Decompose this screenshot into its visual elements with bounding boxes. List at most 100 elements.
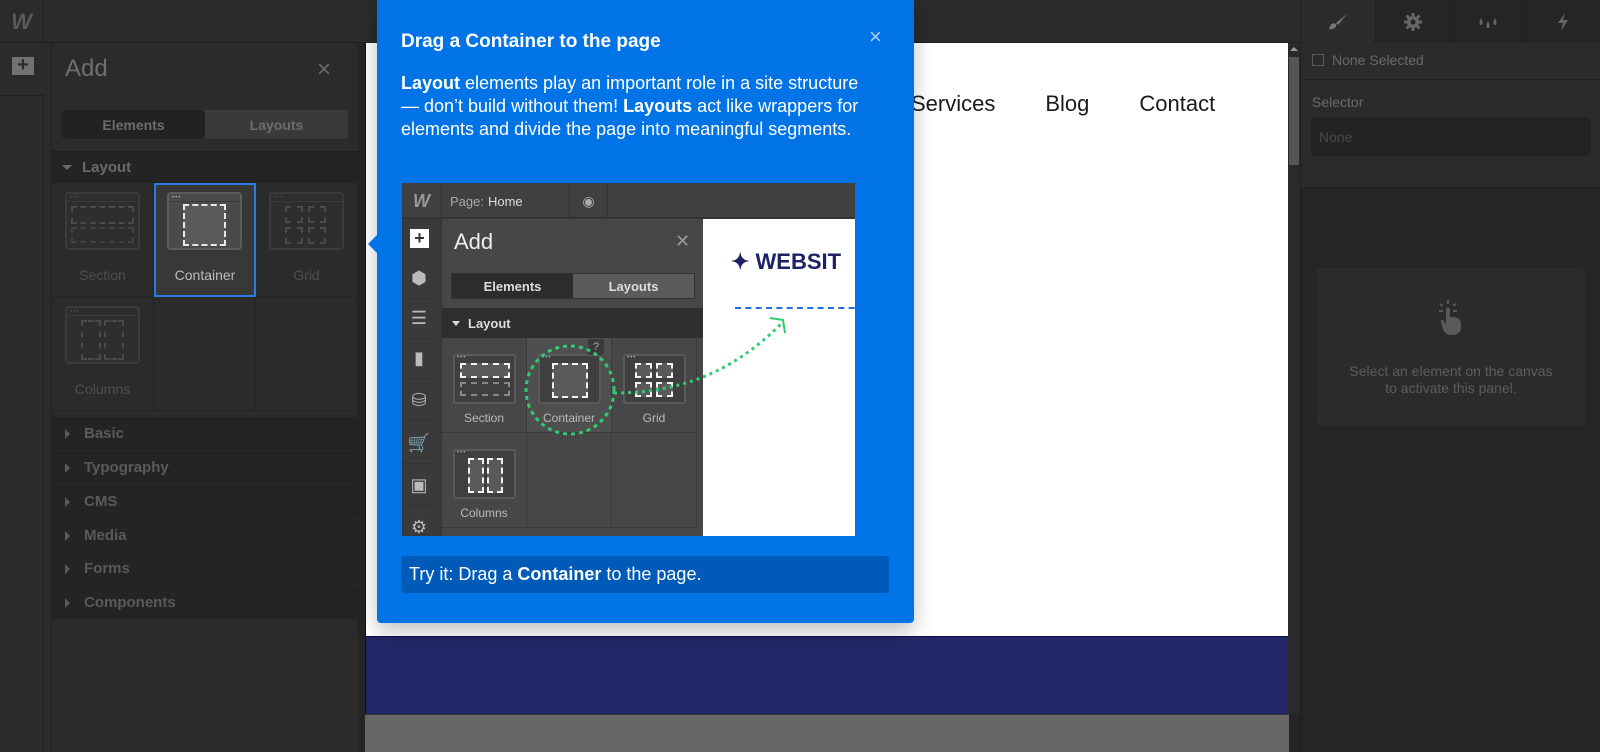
- eye-icon: ◉: [570, 183, 608, 219]
- try-it-callout: Try it: Drag a Container to the page.: [401, 556, 889, 593]
- category-forms[interactable]: Forms: [52, 552, 358, 585]
- database-icon: ⛁: [402, 381, 436, 421]
- add-panel: Add × Elements Layouts Layout ••• Sectio…: [52, 43, 358, 752]
- tab-style[interactable]: [1301, 0, 1376, 43]
- selector-label: Selector: [1312, 94, 1364, 110]
- divider: [1301, 79, 1600, 80]
- close-icon: ✕: [675, 231, 691, 251]
- empty-cell: [612, 433, 697, 528]
- scrollbar-thumb[interactable]: [1289, 57, 1299, 165]
- tab-style-manager[interactable]: [1451, 0, 1526, 43]
- layout-section-header[interactable]: Layout: [52, 151, 358, 183]
- empty-cell: [154, 297, 256, 411]
- layout-section-label: Layout: [82, 159, 132, 176]
- illustration-logo: W: [402, 183, 442, 219]
- caret-down-icon: [62, 165, 72, 170]
- empty-cell: [256, 297, 358, 411]
- nav-link-blog[interactable]: Blog: [1045, 91, 1089, 117]
- category-media[interactable]: Media: [52, 519, 358, 552]
- nav-link-contact[interactable]: Contact: [1139, 91, 1215, 117]
- cube-icon: ⬢: [402, 259, 436, 299]
- caret-right-icon: [65, 496, 70, 507]
- illustration-columns-tile: ••• Columns: [442, 433, 527, 528]
- horizontal-scrollbar[interactable]: [365, 714, 1289, 752]
- illustration-site-preview: ✦ WEBSIT: [703, 219, 855, 536]
- tab-interactions[interactable]: [1526, 0, 1600, 43]
- category-typography[interactable]: Typography: [52, 451, 358, 484]
- illustration-site-brand: ✦ WEBSIT: [731, 249, 842, 274]
- layout-elements-grid: ••• Section ••• Container ••• Grid ••• C…: [52, 183, 358, 413]
- illustration-topbar: W Page: Home ◉: [402, 183, 855, 219]
- hero-section[interactable]: [366, 636, 1289, 714]
- tooltip-body: Layout elements play an important role i…: [401, 73, 859, 139]
- none-selected-label: None Selected: [1332, 52, 1424, 68]
- illustration-page-label: Page: Home: [442, 183, 570, 219]
- scroll-up-icon[interactable]: [1290, 47, 1298, 51]
- brush-icon: [1329, 13, 1347, 29]
- gear-icon: ⚙: [410, 516, 428, 537]
- style-panel: None Selected Selector Select an element…: [1300, 0, 1600, 752]
- layout-item-label: Columns: [74, 381, 131, 397]
- layout-item-columns[interactable]: ••• Columns: [52, 297, 154, 411]
- category-cms[interactable]: CMS: [52, 485, 358, 518]
- rail-divider: [0, 95, 44, 752]
- tab-settings[interactable]: [1376, 0, 1451, 43]
- empty-cell: [527, 433, 612, 528]
- close-icon[interactable]: ×: [869, 24, 882, 50]
- tab-elements[interactable]: Elements: [62, 110, 205, 139]
- assets-icon: ▣: [402, 466, 436, 506]
- container-icon: •••: [167, 192, 242, 250]
- tab-layouts[interactable]: Layouts: [205, 110, 348, 139]
- close-icon[interactable]: ×: [317, 56, 331, 84]
- add-panel-tabs: Elements Layouts: [62, 110, 348, 139]
- illustration-add-panel: Add ✕ Elements Layouts Layout ••• Sectio…: [442, 219, 703, 536]
- add-panel-title: Add: [65, 55, 108, 82]
- style-panel-tabs: [1301, 0, 1600, 43]
- section-icon: •••: [65, 192, 140, 250]
- plus-icon[interactable]: +: [12, 55, 34, 75]
- illustration-section-tile: ••• Section: [442, 338, 527, 433]
- webflow-logo[interactable]: W: [0, 0, 44, 43]
- site-nav: Services Blog Contact: [911, 91, 1215, 117]
- caret-right-icon: [65, 530, 70, 541]
- caret-down-icon: [452, 320, 460, 326]
- layout-item-label: Container: [174, 267, 236, 283]
- selector-input[interactable]: [1311, 117, 1591, 156]
- columns-icon: •••: [65, 306, 140, 364]
- drop-target-line: [735, 307, 855, 309]
- layout-item-label: Grid: [293, 267, 320, 283]
- lightning-icon: [1558, 12, 1568, 31]
- help-badge: ?: [588, 339, 604, 355]
- vertical-scrollbar[interactable]: [1288, 43, 1300, 714]
- illustration-rail: + ⬢ ☰ ▮ ⛁ 🛒 ▣ ⚙: [402, 219, 442, 536]
- category-basic[interactable]: Basic: [52, 417, 358, 450]
- drops-icon: [1479, 17, 1497, 28]
- caret-right-icon: [65, 563, 70, 574]
- checkbox-icon[interactable]: [1312, 54, 1324, 66]
- nav-link-services[interactable]: Services: [911, 91, 995, 117]
- plus-icon: +: [410, 229, 429, 248]
- tooltip-title: Drag a Container to the page: [401, 31, 661, 52]
- caret-right-icon: [65, 462, 70, 473]
- navigator-icon: ☰: [402, 299, 436, 339]
- none-selected-row[interactable]: None Selected: [1312, 52, 1424, 68]
- layout-item-label: Section: [79, 267, 126, 283]
- layout-item-container[interactable]: ••• Container: [154, 183, 256, 297]
- tutorial-illustration: W Page: Home ◉ + ⬢ ☰ ▮ ⛁ 🛒 ▣ ⚙ Add ✕ Elem…: [402, 183, 855, 536]
- grid-icon: •••: [269, 192, 344, 250]
- gear-icon: [1404, 12, 1422, 31]
- layout-item-grid[interactable]: ••• Grid: [256, 183, 358, 297]
- category-components[interactable]: Components: [52, 586, 358, 619]
- caret-right-icon: [65, 428, 70, 439]
- layout-item-section[interactable]: ••• Section: [52, 183, 154, 297]
- cart-icon: 🛒: [402, 424, 436, 464]
- caret-right-icon: [65, 597, 70, 608]
- style-panel-body: Select an element on the canvas to activ…: [1301, 187, 1600, 752]
- empty-state-card: Select an element on the canvas to activ…: [1317, 268, 1585, 426]
- left-rail: +: [0, 43, 52, 752]
- pointer-hand-icon: [1439, 300, 1461, 335]
- illustration-grid-tile: ••• Grid: [612, 338, 697, 433]
- empty-state-text: Select an element on the canvas to activ…: [1349, 363, 1553, 396]
- tooltip-pointer: [368, 235, 377, 253]
- onboarding-tooltip: Drag a Container to the page × Layout el…: [368, 0, 914, 623]
